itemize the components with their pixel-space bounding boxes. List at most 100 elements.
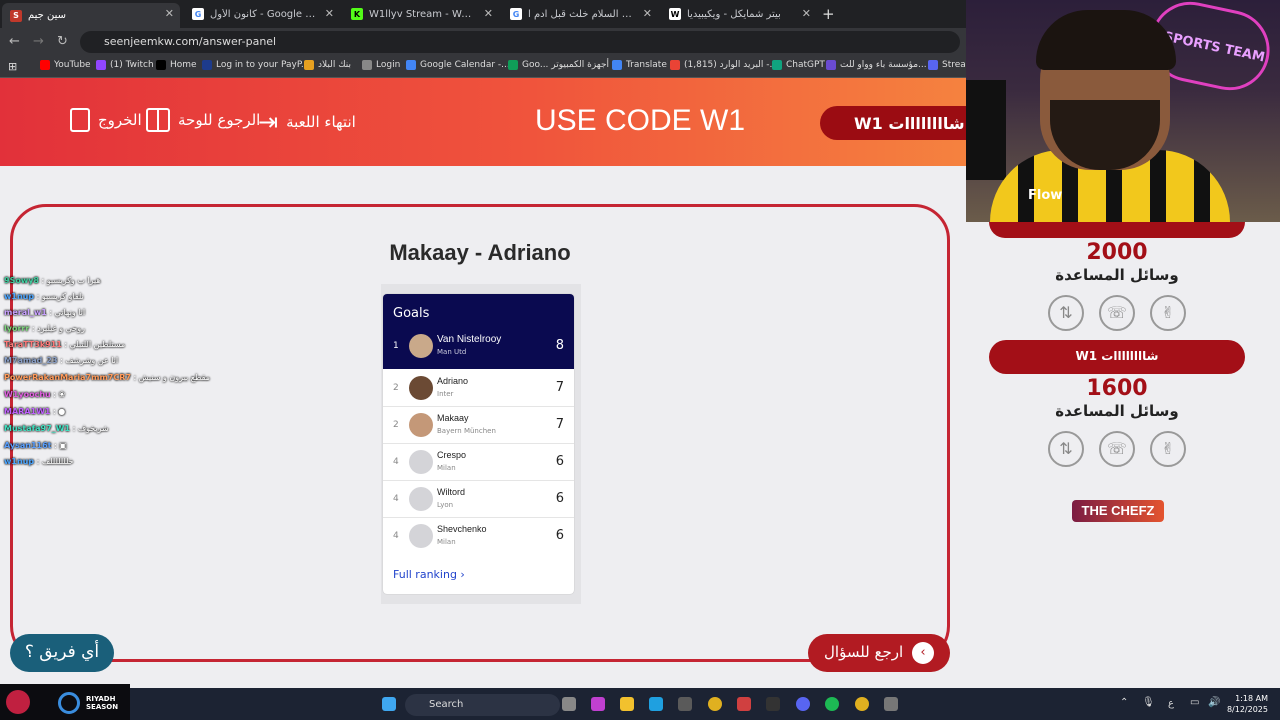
- app-icon[interactable]: [737, 697, 751, 711]
- ranking-row: 2 Makaay Bayern München 7: [383, 407, 574, 444]
- close-icon[interactable]: ✕: [165, 7, 174, 20]
- spotify-icon[interactable]: [825, 697, 839, 711]
- bookmark-x-home[interactable]: Home: [156, 60, 197, 70]
- player-name: Shevchenko: [437, 524, 487, 534]
- close-icon[interactable]: ✕: [643, 7, 652, 20]
- google-icon: G: [192, 8, 204, 20]
- bookmark-google-drive[interactable]: Goo... أجهزة الكمبيوتر: [508, 60, 609, 70]
- player-avatar: [409, 376, 433, 400]
- full-ranking-link[interactable]: Full ranking ›: [393, 568, 465, 581]
- url-text: seenjeemkw.com/answer-panel: [104, 35, 277, 48]
- bookmark-gmail[interactable]: البريد الوارد (1,815) -...: [670, 60, 778, 70]
- chat-user: 9Sowy8: [4, 276, 39, 285]
- discord-icon[interactable]: [796, 697, 810, 711]
- back-to-board-button[interactable]: الرجوع للوحة: [146, 108, 260, 132]
- tab-google-gabriel[interactable]: G جبريل عليه السلام خلث قبل ادم ا ✕: [502, 3, 658, 25]
- team-1-aids-label: وسائل المساعدة: [1055, 266, 1179, 284]
- emote-image-icon: ▣: [59, 441, 67, 450]
- bookmark-label: Login: [376, 60, 401, 70]
- current-team-pill: W1 شاااااااات: [820, 106, 990, 140]
- end-game-button[interactable]: ⇥ انتهاء اللعبة: [258, 108, 356, 136]
- emote-icon: ●: [58, 407, 66, 416]
- snipping-tool-icon[interactable]: [884, 697, 898, 711]
- lifeline-swap-icon[interactable]: ⇅: [1048, 431, 1084, 467]
- tab-kick-stream[interactable]: K W1llyv Stream - Watch Live on ✕: [343, 3, 499, 25]
- copilot-icon[interactable]: [591, 697, 605, 711]
- chat-message: W1yoochu : ❀: [4, 390, 66, 399]
- reload-icon[interactable]: ↻: [57, 34, 68, 49]
- chat-text: مقطع بيرون و سنيش: [138, 373, 210, 382]
- tab-google-search[interactable]: G كانون الأول - Google Search ✕: [184, 3, 340, 25]
- edge-icon[interactable]: [649, 697, 663, 711]
- bookmark-login[interactable]: Login: [362, 60, 400, 70]
- bookmark-translate[interactable]: Translate: [612, 60, 667, 70]
- new-tab-icon[interactable]: +: [822, 5, 835, 23]
- bookmark-label: ChatGPT: [786, 60, 825, 70]
- lifeline-two-answers-icon[interactable]: ✌: [1150, 295, 1186, 331]
- chat-user: TaraTT3k911: [4, 340, 62, 349]
- lifeline-phone-icon[interactable]: ☏: [1099, 295, 1135, 331]
- close-icon[interactable]: ✕: [802, 7, 811, 20]
- microphone-icon[interactable]: 🎙: [1142, 697, 1155, 708]
- forward-arrow-icon[interactable]: →: [33, 34, 44, 49]
- volume-icon[interactable]: 🔊: [1208, 697, 1220, 708]
- heart-emote-icon: ❀: [58, 390, 66, 399]
- network-icon[interactable]: ▭: [1190, 697, 1199, 708]
- bookmark-foundation[interactable]: مؤسسة باء وواو للت...: [826, 60, 927, 70]
- player-goals: 6: [555, 528, 564, 543]
- url-field[interactable]: seenjeemkw.com/answer-panel: [80, 31, 960, 53]
- tab-wikipedia[interactable]: W بيتر شمايكل - ويكيبيديا ✕: [661, 3, 817, 25]
- chat-message: Mustafa97_W1 : شريخوف: [4, 424, 109, 433]
- taskbar-search[interactable]: Search: [405, 694, 560, 716]
- taskbar-search-placeholder: Search: [429, 699, 464, 710]
- chat-message: TaraTT3k911 : مستلطين اللتبلي: [4, 340, 126, 349]
- tab-title: بيتر شمايكل - ويكيبيديا: [687, 8, 781, 20]
- file-explorer-icon[interactable]: [620, 697, 634, 711]
- lifeline-phone-icon[interactable]: ☏: [1099, 431, 1135, 467]
- ranking-rank: 4: [393, 494, 399, 504]
- bookmark-chatgpt[interactable]: ChatGPT: [772, 60, 825, 70]
- chat-message: M7amad_23 : انا عن وشرشف: [4, 356, 119, 365]
- lifeline-swap-icon[interactable]: ⇅: [1048, 295, 1084, 331]
- bookmark-twitch[interactable]: (1) Twitch: [96, 60, 154, 70]
- player-club: Milan: [437, 538, 456, 546]
- lifeline-two-answers-icon[interactable]: ✌: [1150, 431, 1186, 467]
- windows-start-icon[interactable]: [382, 697, 396, 711]
- task-view-icon[interactable]: [562, 697, 576, 711]
- ranking-row: 4 Crespo Milan 6: [383, 444, 574, 481]
- address-bar-row: ← → ↻ seenjeemkw.com/answer-panel: [0, 28, 966, 56]
- chevron-up-icon[interactable]: ⌃: [1120, 697, 1128, 708]
- ranking-rank: 1: [393, 341, 399, 351]
- chrome-icon[interactable]: [708, 697, 722, 711]
- bookmark-label: Translate: [626, 60, 667, 70]
- bookmark-calendar[interactable]: Google Calendar -...: [406, 60, 510, 70]
- chrome-active-icon[interactable]: [855, 697, 869, 711]
- player-name: Van Nistelrooy: [437, 334, 502, 345]
- close-icon[interactable]: ✕: [325, 7, 334, 20]
- bookmark-youtube[interactable]: YouTube: [40, 60, 91, 70]
- ranking-rank: 4: [393, 457, 399, 467]
- language-indicator[interactable]: ع: [1168, 698, 1174, 709]
- bookmark-bank[interactable]: بنك البلاد: [304, 60, 351, 70]
- exit-button[interactable]: الخروج: [70, 108, 142, 132]
- tab-title: W1llyv Stream - Watch Live on: [369, 8, 477, 20]
- bookmark-label: Goo... أجهزة الكمبيوتر: [522, 60, 610, 70]
- chat-text: انا ونهاتي: [54, 308, 86, 317]
- riyadh-season-logo-icon: [58, 692, 80, 714]
- close-icon[interactable]: ✕: [484, 7, 493, 20]
- which-team-button[interactable]: أي فريق ؟: [10, 634, 114, 672]
- chat-text: نلفاو كريسبو: [41, 292, 84, 301]
- bookmark-label: البريد الوارد (1,815) -...: [684, 60, 779, 70]
- back-arrow-icon[interactable]: ←: [9, 34, 20, 49]
- chat-user: PowerRakanMaria7mm7CR7: [4, 373, 131, 382]
- store-icon[interactable]: [678, 697, 692, 711]
- taskbar-clock[interactable]: 1:18 AM 8/12/2025: [1224, 693, 1268, 715]
- riyadh-season-label: RIYADH SEASON: [86, 695, 119, 711]
- bookmark-paypal[interactable]: Log in to your PayP...: [202, 60, 309, 70]
- app-icon[interactable]: [766, 697, 780, 711]
- chat-message: MARA1W1 : ●: [4, 407, 66, 416]
- tab-seenjeem[interactable]: S سين جيم ✕: [2, 3, 180, 28]
- chat-user: w1nup: [4, 292, 35, 301]
- apps-grid-icon[interactable]: ⊞: [8, 60, 17, 73]
- bookmark-label: Google Calendar -...: [420, 60, 510, 70]
